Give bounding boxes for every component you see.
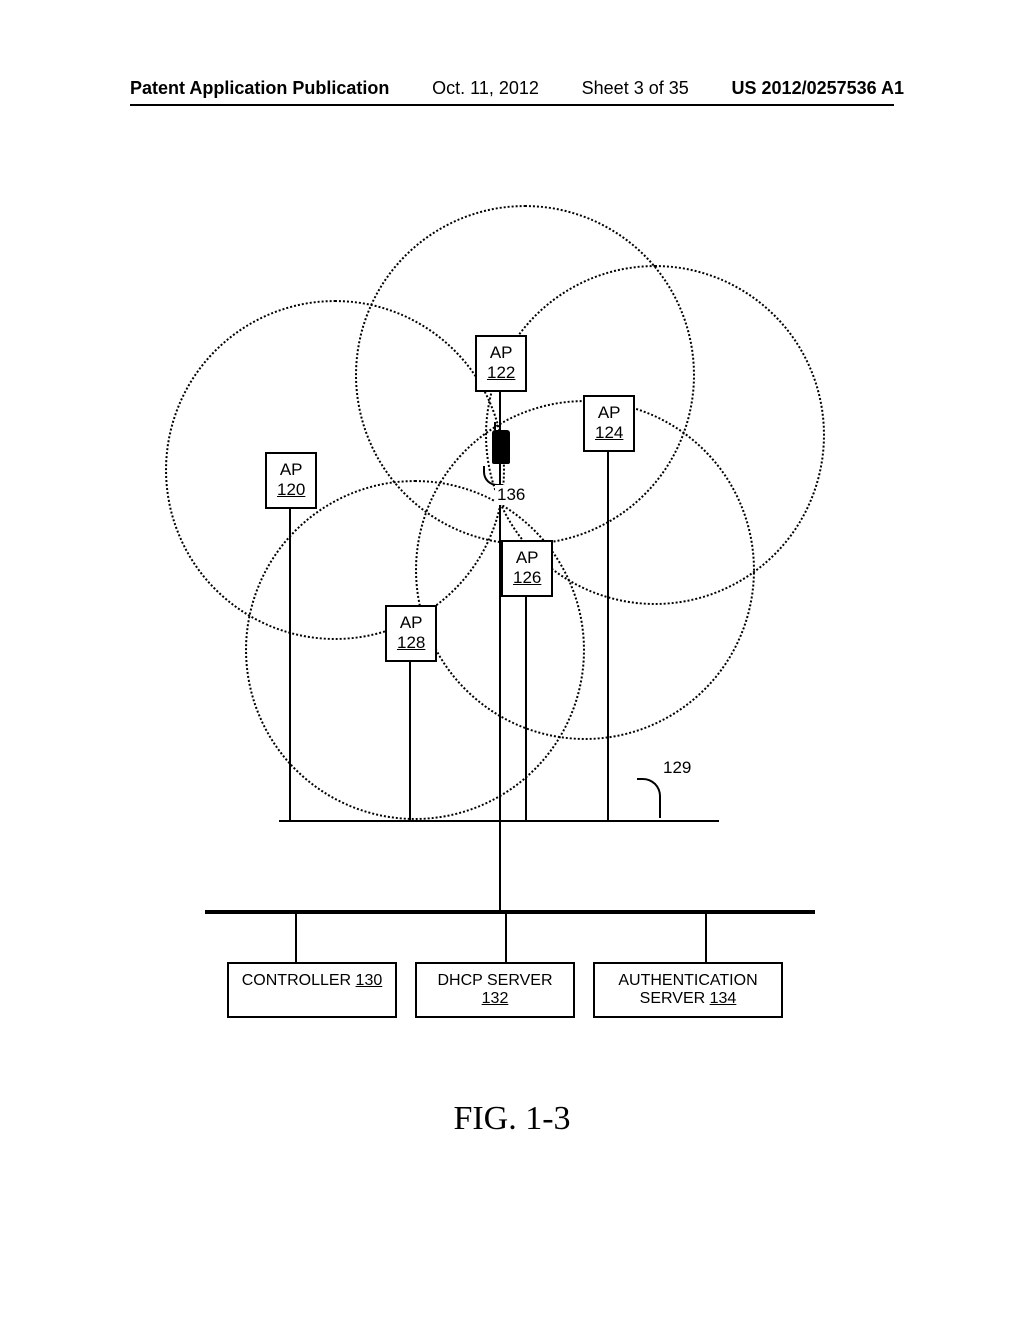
dhcp-label: DHCP SERVER [438, 972, 553, 989]
ap-ref-128: 128 [397, 633, 425, 652]
ref-label-136: 136 [495, 485, 527, 505]
header-rule [130, 104, 894, 106]
auth-box: AUTHENTICATION SERVER 134 [593, 962, 783, 1018]
leader-line-129 [637, 778, 661, 818]
controller-ref: 130 [356, 972, 383, 989]
ap-box-120: AP 120 [265, 452, 317, 509]
connector-128 [409, 655, 411, 820]
connector-126 [525, 590, 527, 820]
ap-ref-126: 126 [513, 568, 541, 587]
ap-label: AP [400, 613, 423, 632]
dhcp-ref: 132 [482, 990, 509, 1007]
ap-box-124: AP 124 [583, 395, 635, 452]
ap-label: AP [490, 343, 513, 362]
ap-box-128: AP 128 [385, 605, 437, 662]
ap-ref-120: 120 [277, 480, 305, 499]
controller-box: CONTROLLER 130 [227, 962, 397, 1018]
publication-number: US 2012/0257536 A1 [732, 78, 904, 99]
ap-ref-124: 124 [595, 423, 623, 442]
controller-label: CONTROLLER [242, 972, 351, 989]
publication-date: Oct. 11, 2012 [432, 78, 539, 99]
dhcp-box: DHCP SERVER 132 [415, 962, 575, 1018]
publication-type: Patent Application Publication [130, 78, 389, 99]
auth-label: AUTHENTICATION SERVER [618, 972, 757, 1007]
server-row: CONTROLLER 130 DHCP SERVER 132 AUTHENTIC… [185, 962, 825, 1018]
ref-label-129: 129 [663, 758, 691, 778]
connector-124 [607, 445, 609, 820]
ap-box-126: AP 126 [501, 540, 553, 597]
drop-auth [705, 914, 707, 962]
ap-label: AP [598, 403, 621, 422]
ap-box-122: AP 122 [475, 335, 527, 392]
drop-dhcp [505, 914, 507, 962]
ap-label: AP [280, 460, 303, 479]
auth-ref: 134 [710, 990, 737, 1007]
figure-label: FIG. 1-3 [0, 1100, 1024, 1138]
drop-controller [295, 914, 297, 962]
network-trunk [499, 820, 501, 910]
mobile-device-icon [492, 430, 510, 464]
ap-ref-122: 122 [487, 363, 515, 382]
sheet-number: Sheet 3 of 35 [582, 78, 689, 99]
ap-label: AP [516, 548, 539, 567]
page-header: Patent Application Publication Oct. 11, … [0, 78, 1024, 99]
network-diagram: AP 120 AP 122 AP 124 AP 126 AP 128 136 1… [185, 180, 825, 940]
connector-120 [289, 502, 291, 820]
